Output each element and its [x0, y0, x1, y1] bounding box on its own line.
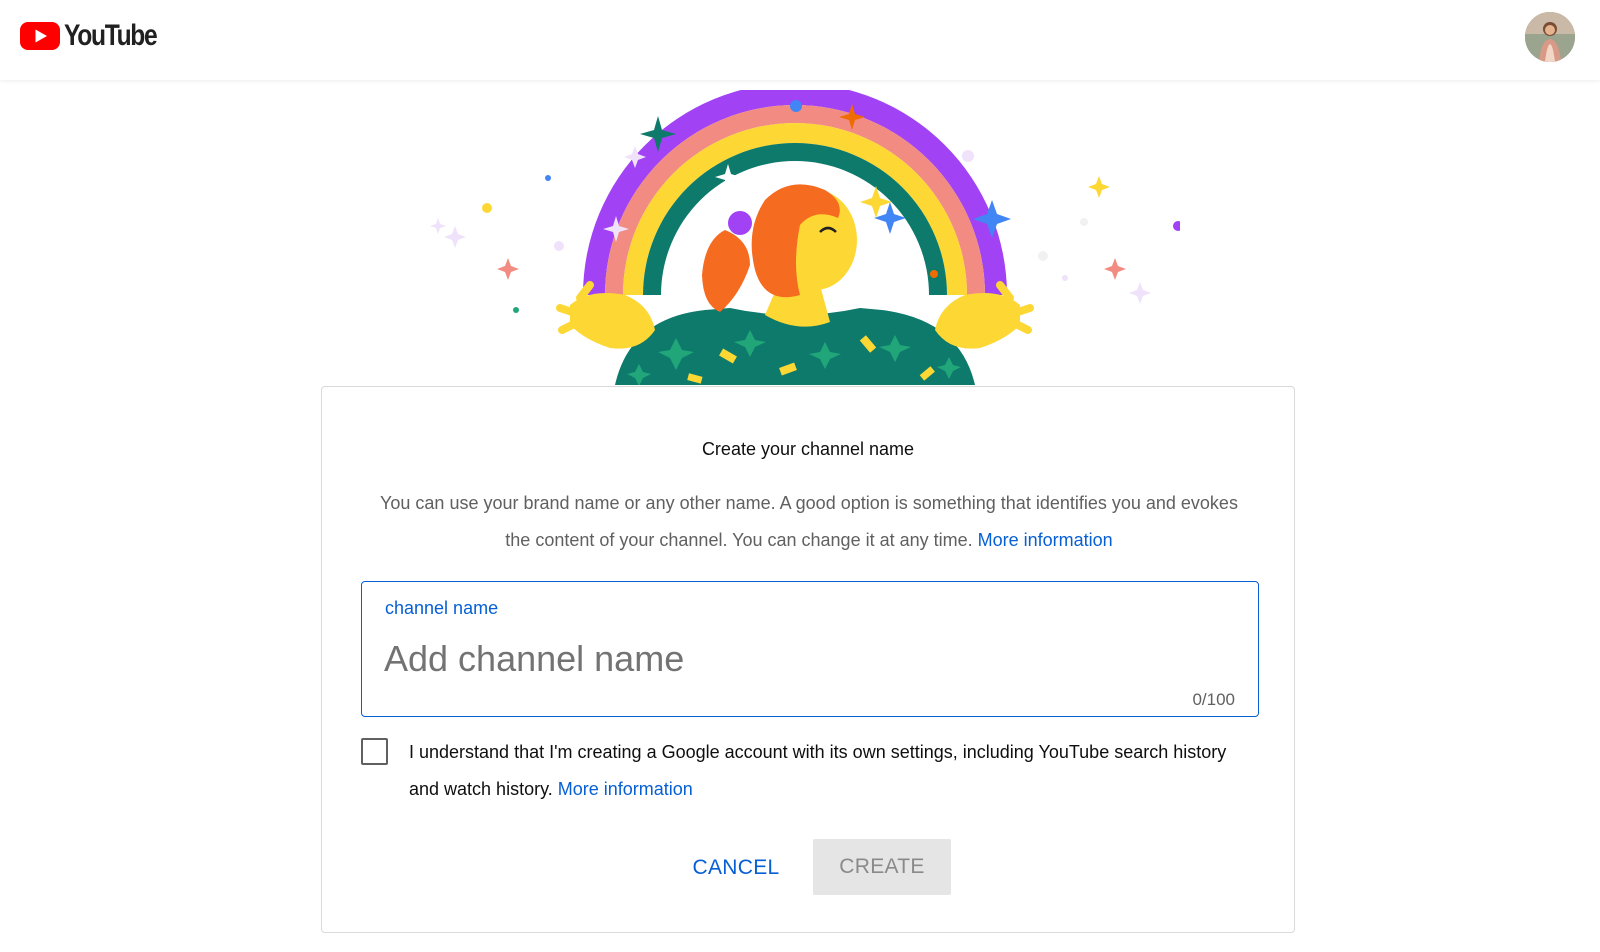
- more-information-link[interactable]: More information: [978, 530, 1113, 550]
- youtube-play-icon: [20, 22, 60, 50]
- character-counter: 0/100: [1192, 690, 1235, 709]
- channel-name-label: channel name: [385, 598, 499, 618]
- consent-text: I understand that I'm creating a Google …: [409, 734, 1259, 808]
- create-channel-dialog: Create your channel name You can use you…: [321, 386, 1295, 933]
- consent-text-body: I understand that I'm creating a Google …: [409, 742, 1227, 799]
- avatar-image: [1525, 12, 1575, 62]
- consent-more-information-link[interactable]: More information: [558, 779, 693, 799]
- dialog-description: You can use your brand name or any other…: [372, 485, 1246, 559]
- google-account-consent-checkbox[interactable]: [361, 738, 388, 765]
- rainbow-illustration: [420, 90, 1180, 385]
- user-avatar[interactable]: [1525, 12, 1575, 62]
- cancel-button[interactable]: CANCEL: [686, 840, 786, 896]
- youtube-wordmark: YouTube: [64, 19, 158, 52]
- top-bar: YouTube: [0, 0, 1600, 80]
- create-button[interactable]: CREATE: [813, 839, 951, 895]
- dialog-title: Create your channel name: [701, 439, 915, 459]
- channel-name-input[interactable]: [384, 634, 1224, 684]
- channel-name-field[interactable]: channel name 0/100: [361, 581, 1259, 717]
- youtube-logo[interactable]: YouTube: [20, 19, 177, 52]
